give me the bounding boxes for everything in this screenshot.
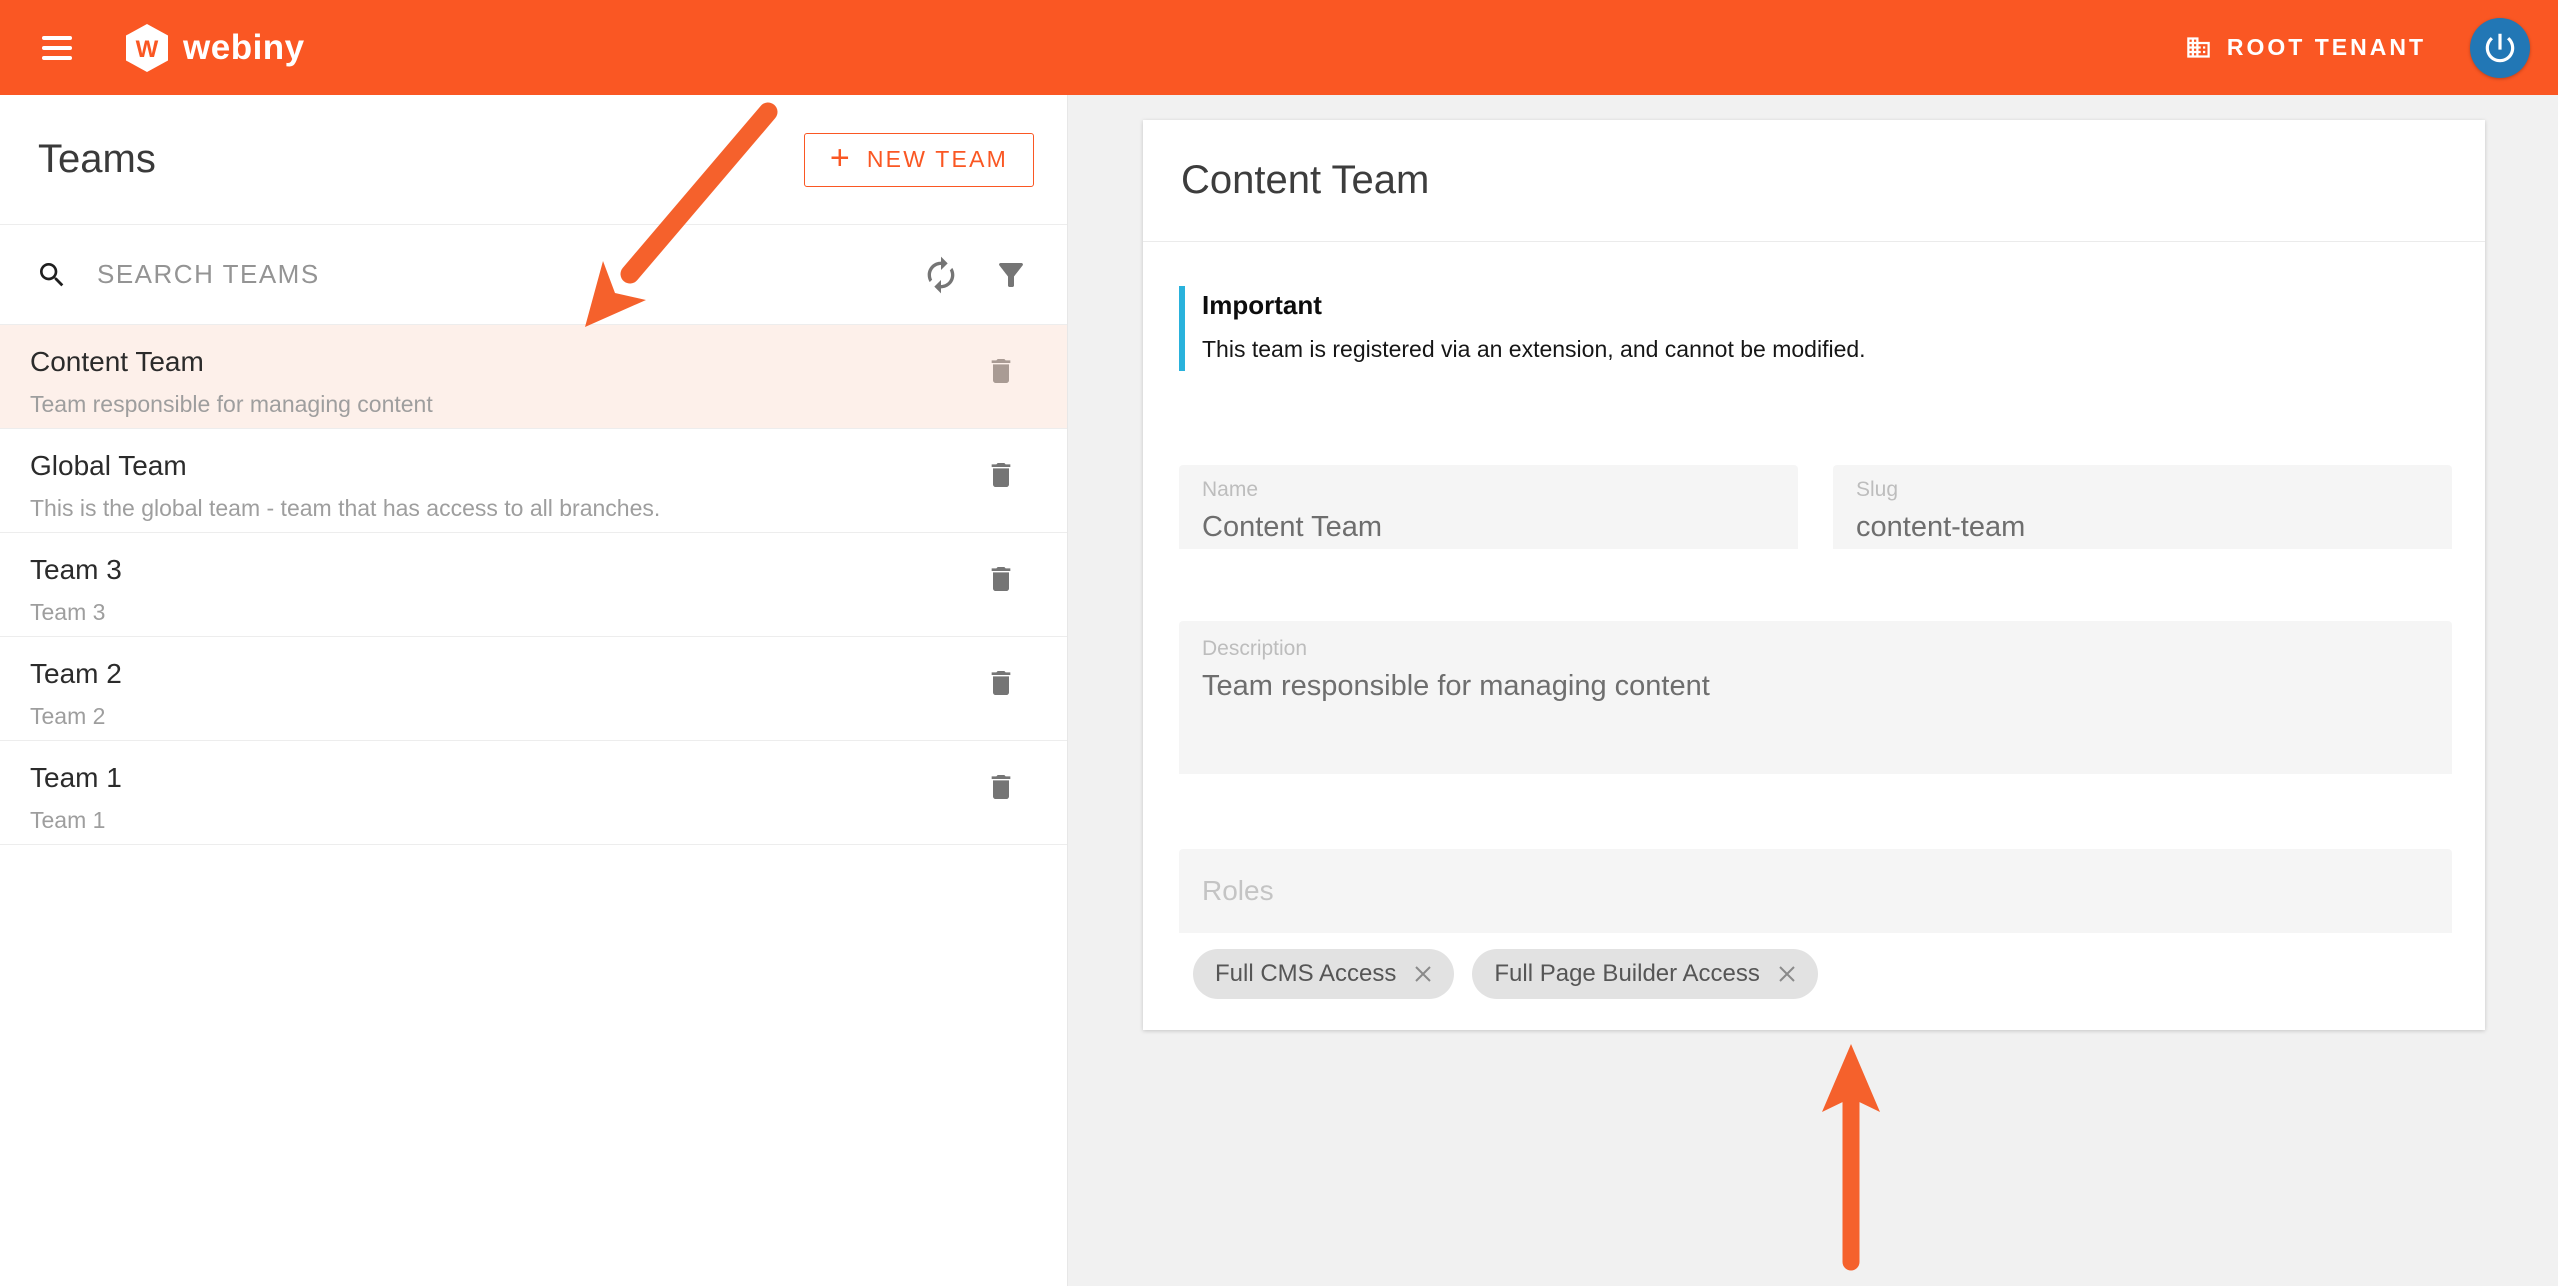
team-description: Team 3 — [30, 599, 106, 625]
close-icon — [1415, 966, 1432, 982]
trash-icon — [991, 567, 1011, 591]
page-title: Teams — [38, 137, 156, 181]
roles-field-label: Roles — [1202, 875, 1274, 906]
slug-field-label: Slug — [1856, 478, 1899, 501]
name-field-value: Content Team — [1202, 511, 1383, 543]
team-name: Team 1 — [30, 762, 122, 793]
description-field: Description Team responsible for managin… — [1179, 621, 2452, 774]
menu-hamburger-button[interactable] — [42, 35, 72, 60]
delete-team-button[interactable] — [985, 563, 1017, 598]
webiny-logo: W webiny — [124, 23, 305, 73]
team-details-title: Content Team — [1181, 158, 1430, 202]
search-bar — [0, 225, 1067, 325]
team-list-item[interactable]: Team 2 Team 2 — [0, 637, 1067, 741]
search-input[interactable] — [95, 258, 921, 291]
team-list-item[interactable]: Team 1 Team 1 — [0, 741, 1067, 845]
team-description: Team responsible for managing content — [30, 391, 433, 417]
name-field: Name Content Team — [1179, 465, 1798, 549]
tenant-selector[interactable]: ROOT TENANT — [2185, 34, 2426, 61]
team-description: Team 1 — [30, 807, 106, 833]
name-field-label: Name — [1202, 478, 1259, 501]
refresh-button[interactable] — [921, 255, 961, 295]
team-list: Content Team Team responsible for managi… — [0, 325, 1067, 845]
remove-role-button[interactable] — [1411, 962, 1435, 986]
roles-field: Roles — [1179, 849, 2452, 933]
roles-chips: Full CMS Access Full Page Builder Access — [1193, 949, 2452, 999]
delete-team-button[interactable] — [985, 459, 1017, 494]
notice-title: Important — [1202, 290, 1322, 320]
building-icon — [2187, 37, 2210, 58]
delete-team-button[interactable] — [985, 667, 1017, 702]
team-description: Team 2 — [30, 703, 106, 729]
trash-icon — [991, 671, 1011, 695]
notice-body: This team is registered via an extension… — [1202, 336, 1866, 362]
close-icon — [1779, 966, 1795, 982]
brand-wordmark: webiny — [183, 27, 305, 67]
hamburger-bar — [42, 45, 72, 50]
team-name: Content Team — [30, 346, 204, 377]
tenant-label: ROOT TENANT — [2226, 34, 2426, 60]
filter-icon — [999, 262, 1023, 287]
slug-field: Slug content-team — [1833, 465, 2452, 549]
new-team-button[interactable]: + NEW TEAM — [803, 132, 1034, 187]
remove-role-button[interactable] — [1775, 962, 1799, 986]
delete-team-button[interactable] — [985, 355, 1017, 390]
team-name: Global Team — [30, 450, 187, 481]
logo-letter: W — [136, 36, 159, 63]
trash-icon — [991, 463, 1011, 487]
hamburger-bar — [42, 55, 72, 60]
filter-button[interactable] — [993, 257, 1029, 293]
delete-team-button[interactable] — [985, 771, 1017, 806]
hamburger-bar — [42, 35, 72, 40]
team-details-card: Content Team Important This team is regi… — [1143, 120, 2485, 1030]
team-name: Team 3 — [30, 554, 122, 585]
role-chip-label: Full Page Builder Access — [1494, 960, 1760, 987]
refresh-icon — [927, 256, 955, 293]
slug-field-value: content-team — [1856, 511, 2026, 543]
role-chip: Full CMS Access — [1193, 949, 1455, 999]
teams-list-panel: Teams + NEW TEAM SEARCH TEAMS Content Te… — [0, 95, 1068, 1286]
team-list-item[interactable]: Global Team This is the global team - te… — [0, 429, 1067, 533]
important-notice: Important This team is registered via an… — [1179, 286, 2452, 371]
role-chip: Full Page Builder Access — [1472, 949, 1818, 999]
trash-icon — [991, 775, 1011, 799]
description-field-label: Description — [1202, 637, 1308, 660]
top-bar: W webiny ROOT TENANT — [0, 0, 2558, 95]
trash-icon — [991, 359, 1011, 383]
plus-icon: + — [829, 138, 852, 177]
description-field-value: Team responsible for managing content — [1202, 670, 1710, 702]
search-icon — [40, 262, 64, 286]
team-description: This is the global team - team that has … — [30, 495, 661, 521]
team-list-item[interactable]: Content Team Team responsible for managi… — [0, 325, 1067, 429]
role-chip-label: Full CMS Access — [1215, 960, 1397, 987]
teams-panel-header: Teams + NEW TEAM — [0, 95, 1067, 225]
team-details-header: Content Team — [1143, 120, 2485, 242]
power-gravatar-icon — [2485, 33, 2515, 62]
new-team-button-label: NEW TEAM — [866, 146, 1008, 172]
webiny-hexagon-icon: W — [126, 23, 168, 72]
team-name: Team 2 — [30, 658, 122, 689]
user-avatar[interactable] — [2470, 17, 2530, 78]
team-list-item[interactable]: Team 3 Team 3 — [0, 533, 1067, 637]
team-details-area: Content Team Important This team is regi… — [1068, 95, 2558, 1286]
